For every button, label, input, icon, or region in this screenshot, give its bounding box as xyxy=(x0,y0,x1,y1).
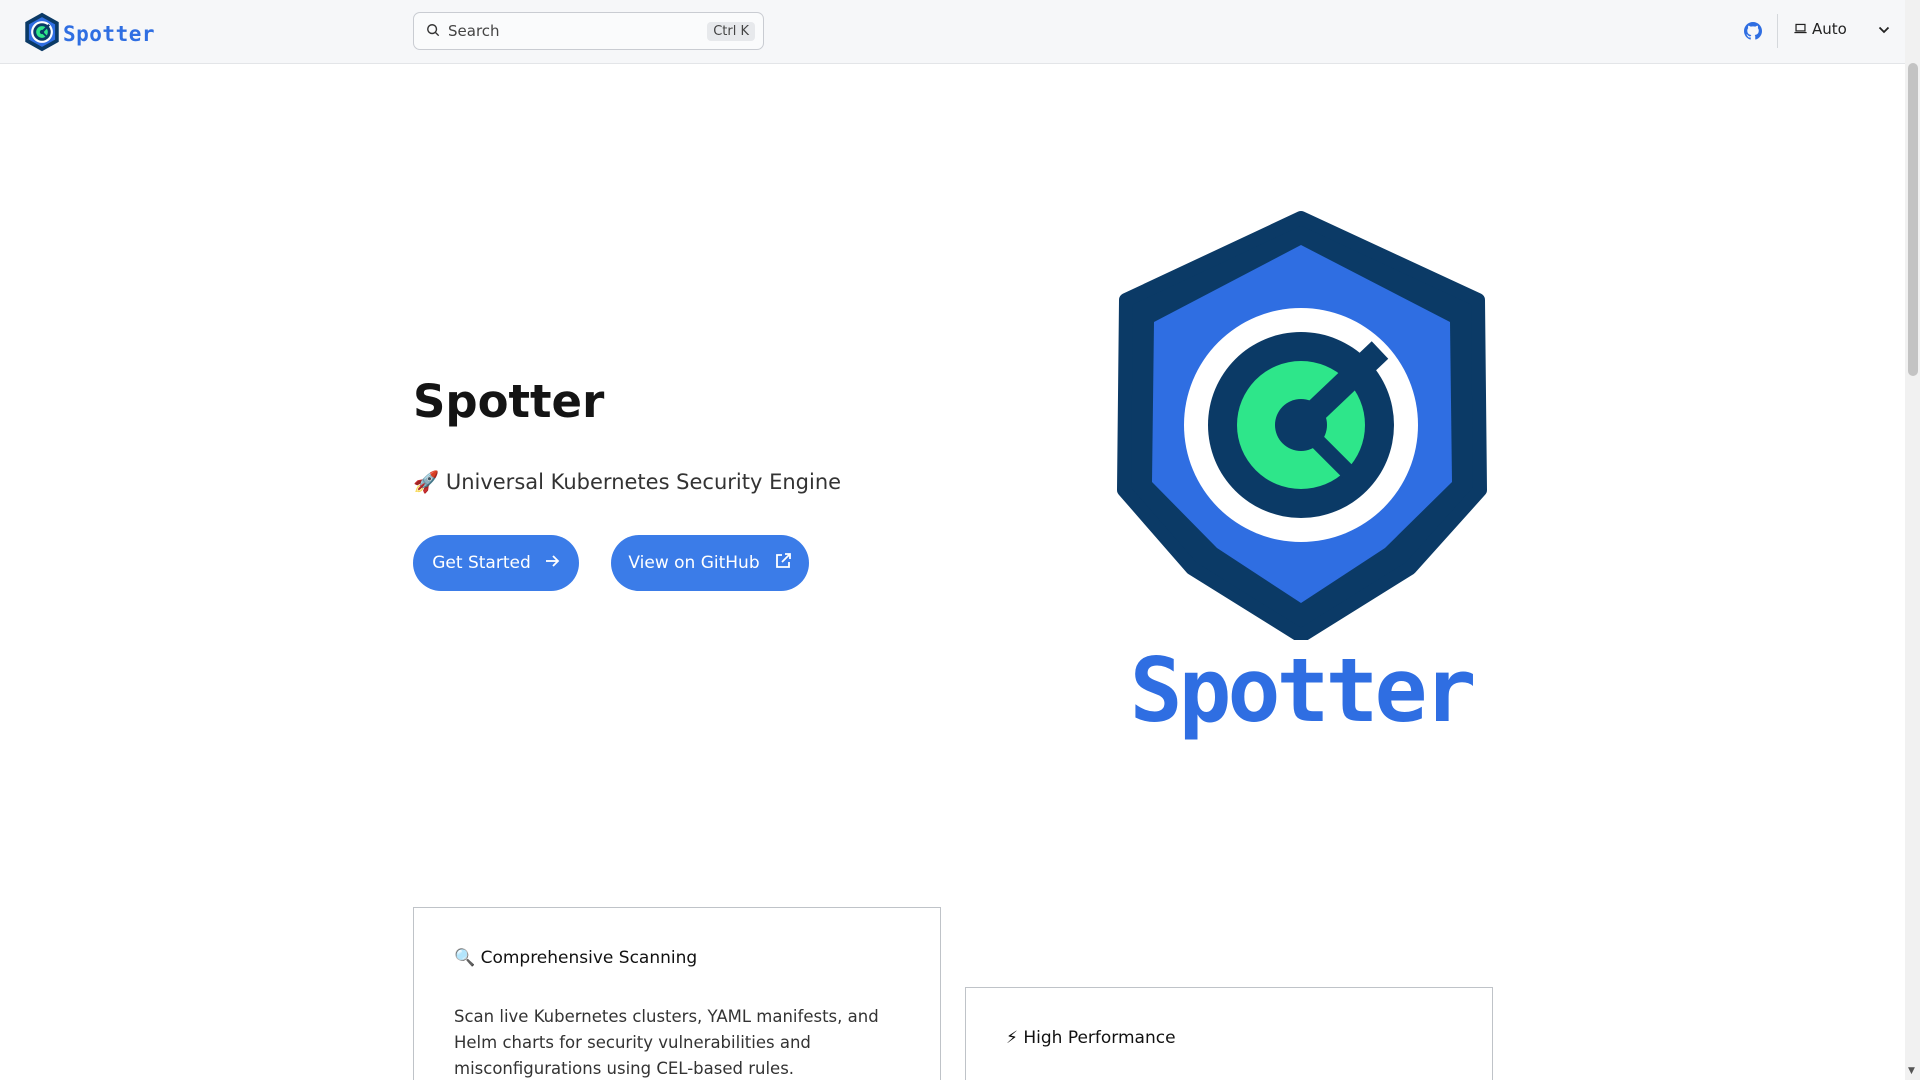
github-icon[interactable] xyxy=(1744,22,1762,44)
scrollbar-thumb[interactable] xyxy=(1908,63,1918,376)
spotter-logo-icon xyxy=(23,12,61,56)
theme-switcher[interactable]: Auto xyxy=(1794,20,1890,38)
feature-description: Scan live Kubernetes clusters, YAML mani… xyxy=(454,1007,879,1078)
laptop-icon xyxy=(1794,20,1807,38)
get-started-button[interactable]: Get Started xyxy=(413,535,579,591)
feature-card-performance: ⚡ High Performance xyxy=(965,987,1493,1080)
nav-divider xyxy=(1777,14,1778,48)
arrow-right-icon xyxy=(545,553,560,573)
search-input[interactable]: Search Ctrl K xyxy=(413,12,764,50)
scroll-down-arrow-icon[interactable]: ▼ xyxy=(1908,1066,1915,1076)
hero-title: Spotter xyxy=(413,375,605,428)
hero-tagline: 🚀 Universal Kubernetes Security Engine xyxy=(413,470,842,494)
get-started-label: Get Started xyxy=(432,553,531,573)
brand-link[interactable]: Spotter xyxy=(23,12,155,56)
external-link-icon xyxy=(774,552,792,575)
search-icon xyxy=(426,22,440,41)
feature-title: ⚡ High Performance xyxy=(1006,1028,1176,1048)
view-on-github-button[interactable]: View on GitHub xyxy=(611,535,809,591)
theme-label: Auto xyxy=(1812,20,1847,38)
hero-logo-wordmark: Spotter xyxy=(1129,639,1477,742)
feature-card-scanning: 🔍 Comprehensive Scanning Scan live Kuber… xyxy=(413,907,941,1080)
chevron-down-icon xyxy=(1878,20,1890,38)
navbar: Spotter Search Ctrl K Auto xyxy=(0,0,1905,64)
search-placeholder: Search xyxy=(448,22,500,40)
search-shortcut-badge: Ctrl K xyxy=(707,21,755,41)
view-on-github-label: View on GitHub xyxy=(628,553,760,573)
spotter-hero-logo-icon xyxy=(1110,210,1492,644)
brand-name: Spotter xyxy=(63,22,156,46)
page: Spotter Search Ctrl K Auto Spotter 🚀 Uni… xyxy=(0,0,1905,1080)
feature-title: 🔍 Comprehensive Scanning xyxy=(454,948,698,968)
